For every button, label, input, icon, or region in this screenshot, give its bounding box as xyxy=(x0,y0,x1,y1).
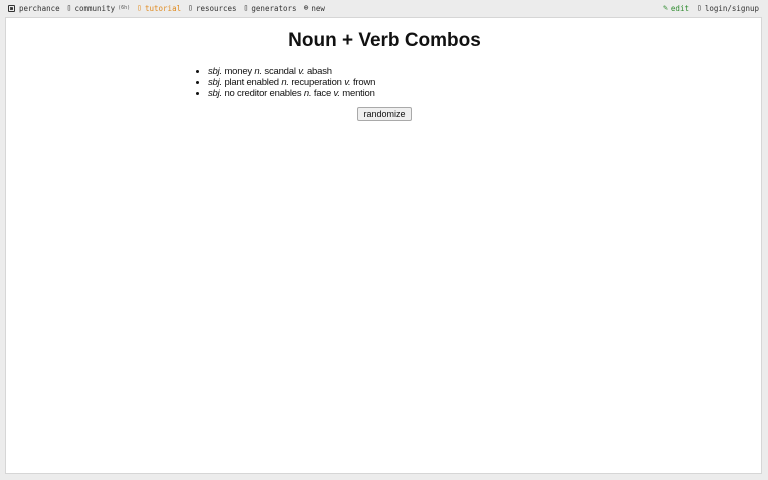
verb-tag: v. xyxy=(344,77,351,88)
list-item: sbj. plant enabled n. recuperation v. fr… xyxy=(208,77,375,88)
user-icon: ▯ xyxy=(696,3,702,12)
sbj-tag: sbj. xyxy=(208,77,222,88)
list-icon: ▯ xyxy=(243,3,249,12)
sbj-tag: sbj. xyxy=(208,66,222,77)
nav-resources-label: resources xyxy=(195,3,237,13)
list-item: sbj. no creditor enables n. face v. ment… xyxy=(208,88,375,99)
book-icon: ▯ xyxy=(188,3,193,12)
noun-tag: n. xyxy=(254,66,262,77)
nav-edit-link[interactable]: ✎ edit xyxy=(663,4,689,13)
combo-verb: abash xyxy=(306,66,332,77)
combo-verb: mention xyxy=(342,88,375,99)
randomize-button[interactable]: randomize xyxy=(357,107,412,121)
verb-tag: v. xyxy=(298,66,305,77)
chat-icon: ▯ xyxy=(66,3,72,12)
nav-resources-link[interactable]: ▯ resources xyxy=(188,4,236,13)
nav-edit-label: edit xyxy=(670,3,689,13)
sbj-tag: sbj. xyxy=(208,88,222,99)
combo-noun: face xyxy=(313,88,332,99)
combo-noun: recuperation xyxy=(291,77,342,88)
combo-subject: plant enabled xyxy=(224,77,279,88)
nav-login-label: login/signup xyxy=(704,3,759,13)
combo-subject: no creditor enables xyxy=(224,88,302,99)
nav-community-label: community xyxy=(74,3,116,13)
nav-new-label: new xyxy=(311,3,325,13)
nav-community-link[interactable]: ▯ community (6h) xyxy=(67,4,131,13)
community-badge: (6h) xyxy=(118,5,131,11)
top-nav-right: ✎ edit ▯ login/signup xyxy=(663,0,759,16)
combo-noun: scandal xyxy=(264,66,296,77)
nav-tutorial-label: tutorial xyxy=(144,3,182,13)
nav-login-link[interactable]: ▯ login/signup xyxy=(697,4,759,13)
nav-generators-label: generators xyxy=(251,3,297,13)
book-icon: ▯ xyxy=(137,3,142,12)
plus-circle-icon: ⊕ xyxy=(303,3,309,12)
nav-home-link[interactable]: perchance xyxy=(8,4,60,13)
dice-icon xyxy=(8,4,15,12)
top-nav-left: perchance ▯ community (6h) ▯ tutorial ▯ … xyxy=(8,0,332,16)
page-title: Noun + Verb Combos xyxy=(288,30,481,51)
noun-tag: n. xyxy=(303,88,312,99)
verb-tag: v. xyxy=(333,88,341,99)
noun-tag: n. xyxy=(281,77,289,88)
nav-home-label: perchance xyxy=(19,3,60,13)
top-nav-bar: perchance ▯ community (6h) ▯ tutorial ▯ … xyxy=(0,0,768,16)
nav-new-link[interactable]: ⊕ new xyxy=(304,4,325,13)
nav-tutorial-link[interactable]: ▯ tutorial xyxy=(137,4,181,13)
combo-list: sbj. money n. scandal v. abash sbj. plan… xyxy=(198,66,375,99)
combo-verb: frown xyxy=(352,77,376,88)
nav-generators-link[interactable]: ▯ generators xyxy=(244,4,297,13)
list-item: sbj. money n. scandal v. abash xyxy=(208,66,375,77)
pencil-icon: ✎ xyxy=(663,3,668,12)
generator-output-panel: Noun + Verb Combos sbj. money n. scandal… xyxy=(5,17,762,474)
combo-subject: money xyxy=(224,66,252,77)
